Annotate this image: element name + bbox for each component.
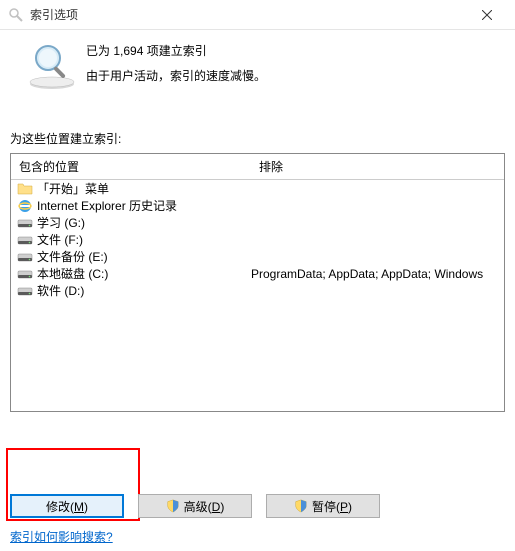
app-icon (8, 7, 24, 23)
list-item[interactable]: 文件 (F:) (11, 231, 251, 248)
info-text: 已为 1,694 项建立索引 由于用户活动，索引的速度减慢。 (86, 40, 266, 92)
ie-icon (17, 198, 33, 214)
index-notice: 由于用户活动，索引的速度减慢。 (86, 67, 266, 84)
excluded-empty (251, 248, 504, 265)
excluded-empty (251, 197, 504, 214)
shield-icon (166, 499, 180, 513)
excluded-empty (251, 180, 504, 197)
help-link-row: 索引如何影响搜索? (10, 528, 113, 545)
excluded-empty (251, 282, 504, 299)
header-included[interactable]: 包含的位置 (11, 154, 251, 179)
drive-icon (17, 249, 33, 265)
excluded-text: ProgramData; AppData; AppData; Windows (251, 265, 504, 282)
item-label: Internet Explorer 历史记录 (37, 197, 177, 214)
list-body: 「开始」菜单Internet Explorer 历史记录学习 (G:)文件 (F… (11, 180, 504, 411)
shield-icon (294, 499, 308, 513)
list-header: 包含的位置 排除 (11, 154, 504, 180)
pause-label: 暂停(P) (312, 498, 352, 515)
list-item[interactable]: 软件 (D:) (11, 282, 251, 299)
item-label: 软件 (D:) (37, 282, 84, 299)
folder-icon (17, 181, 33, 197)
locations-label: 为这些位置建立索引: (0, 102, 515, 153)
excluded-empty (251, 231, 504, 248)
drive-icon (17, 232, 33, 248)
modify-button[interactable]: 修改(M) (10, 494, 124, 518)
item-label: 文件备份 (E:) (37, 248, 108, 265)
included-column: 「开始」菜单Internet Explorer 历史记录学习 (G:)文件 (F… (11, 180, 251, 411)
list-item[interactable]: 本地磁盘 (C:) (11, 265, 251, 282)
close-button[interactable] (467, 1, 507, 29)
item-label: 学习 (G:) (37, 214, 85, 231)
magnifier-graphic (18, 40, 86, 92)
list-item[interactable]: 「开始」菜单 (11, 180, 251, 197)
list-item[interactable]: 文件备份 (E:) (11, 248, 251, 265)
advanced-label: 高级(D) (184, 498, 225, 515)
excluded-empty (251, 214, 504, 231)
header-excluded[interactable]: 排除 (251, 154, 504, 179)
index-status: 已为 1,694 项建立索引 (86, 42, 266, 59)
modify-label: 修改(M) (46, 498, 88, 515)
item-label: 文件 (F:) (37, 231, 83, 248)
magnifier-icon (26, 40, 78, 92)
help-link[interactable]: 索引如何影响搜索? (10, 530, 113, 544)
close-icon (482, 10, 492, 20)
buttons-row: 修改(M) 高级(D) 暂停(P) (10, 494, 380, 518)
titlebar: 索引选项 (0, 0, 515, 30)
window-title: 索引选项 (30, 6, 467, 23)
drive-icon (17, 215, 33, 231)
drive-icon (17, 266, 33, 282)
excluded-column: ProgramData; AppData; AppData; Windows (251, 180, 504, 411)
list-item[interactable]: Internet Explorer 历史记录 (11, 197, 251, 214)
item-label: 「开始」菜单 (37, 180, 109, 197)
advanced-button[interactable]: 高级(D) (138, 494, 252, 518)
item-label: 本地磁盘 (C:) (37, 265, 108, 282)
locations-list: 包含的位置 排除 「开始」菜单Internet Explorer 历史记录学习 … (10, 153, 505, 412)
list-item[interactable]: 学习 (G:) (11, 214, 251, 231)
info-section: 已为 1,694 项建立索引 由于用户活动，索引的速度减慢。 (0, 30, 515, 102)
pause-button[interactable]: 暂停(P) (266, 494, 380, 518)
drive-icon (17, 283, 33, 299)
